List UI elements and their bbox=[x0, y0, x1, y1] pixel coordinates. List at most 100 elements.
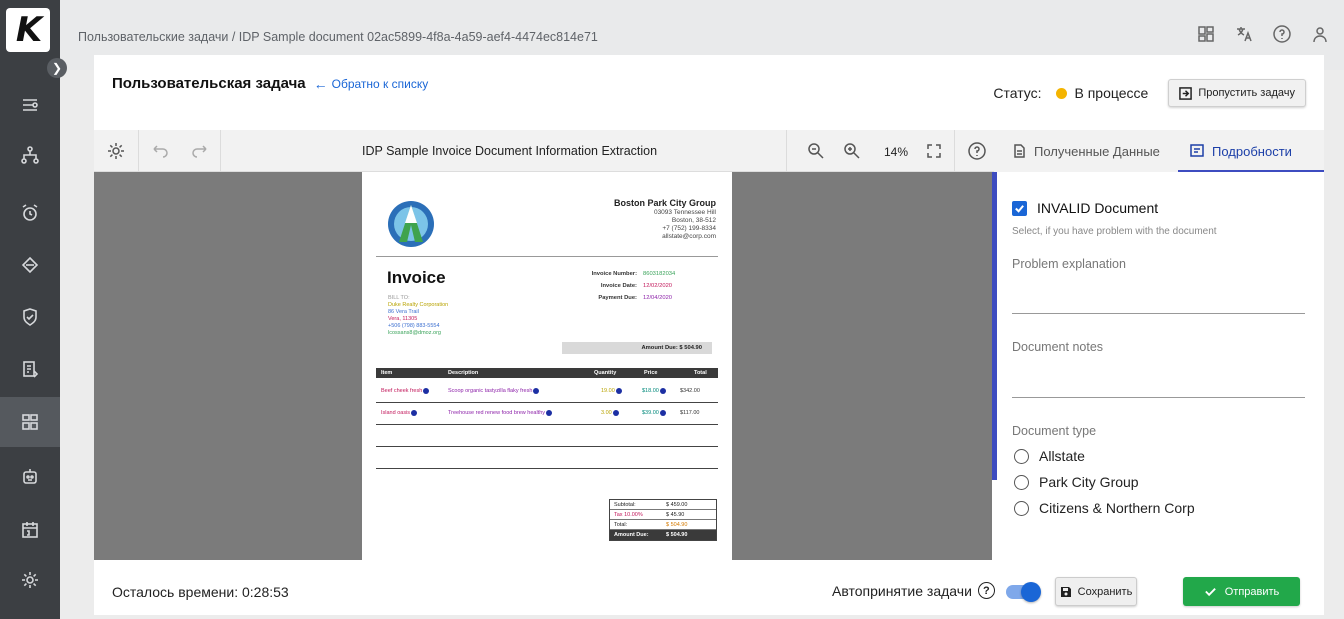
marker-badge bbox=[659, 388, 666, 394]
fit-to-screen-button[interactable] bbox=[924, 141, 944, 161]
bottom-bar: Осталось времени: 0:28:53 Автопринятие з… bbox=[94, 560, 1324, 615]
marker-badge bbox=[423, 388, 430, 394]
layout-icon[interactable] bbox=[1196, 24, 1216, 44]
tab-details[interactable]: Подробности bbox=[1190, 130, 1292, 172]
items-table-header: Item Description Quantity Price Total bbox=[376, 368, 718, 378]
toolbar-divider bbox=[786, 130, 787, 172]
viewer-scrollbar[interactable] bbox=[992, 172, 997, 480]
bill-to-line: Vera, 11305 bbox=[388, 316, 418, 322]
user-icon[interactable] bbox=[1310, 24, 1330, 44]
zoom-in-button[interactable] bbox=[842, 141, 862, 161]
invoice-number-label: Invoice Number: bbox=[591, 271, 637, 277]
company-address-line: 03093 Tennessee Hill bbox=[653, 209, 716, 216]
table-row: Beef cheek fresh Scoop organic tastyzill… bbox=[376, 388, 718, 398]
help-icon bbox=[968, 142, 986, 160]
document-icon bbox=[1014, 144, 1025, 158]
company-address-line: Boston, 38-512 bbox=[671, 217, 716, 224]
viewer-help-button[interactable] bbox=[967, 141, 987, 161]
sidebar-expand-button[interactable]: ❯ bbox=[47, 58, 67, 78]
row-divider bbox=[376, 446, 718, 447]
tab-extracted-data[interactable]: Полученные Данные bbox=[1012, 130, 1160, 172]
redo-icon bbox=[192, 145, 207, 158]
item-total: $117.00 bbox=[680, 410, 700, 416]
invoice-meta: Invoice Number: 8603182034 Invoice Date: 1… bbox=[562, 268, 676, 304]
invalid-document-label: INVALID Document bbox=[1037, 200, 1159, 216]
skip-task-label: Пропустить задачу bbox=[1198, 87, 1295, 99]
document-viewer[interactable]: Boston Park City Group 03093 Tennessee H… bbox=[94, 172, 992, 560]
top-icons bbox=[1196, 24, 1330, 44]
subtotal-label: Subtotal: bbox=[614, 502, 636, 508]
app-logo[interactable]: K bbox=[6, 8, 50, 52]
check-icon bbox=[1015, 204, 1024, 213]
radio-button[interactable] bbox=[1014, 448, 1029, 464]
radio-button[interactable] bbox=[1014, 474, 1029, 490]
nav-database[interactable] bbox=[0, 240, 60, 290]
auto-accept: Автопринятие задачи ? bbox=[832, 582, 995, 599]
back-link-label: Обратно к списку bbox=[331, 76, 429, 91]
item-quantity: 19.00 bbox=[601, 388, 615, 394]
title-row: Пользовательская задача ← Обратно к спис… bbox=[112, 75, 428, 92]
invoice-heading: Invoice bbox=[387, 268, 446, 287]
nav-flows[interactable] bbox=[0, 80, 60, 130]
invalid-document-hint: Select, if you have problem with the doc… bbox=[1012, 226, 1217, 237]
status-row: Статус: В процессе Пропустить задачу bbox=[993, 79, 1306, 107]
nav-documents[interactable] bbox=[0, 344, 60, 394]
back-to-list-link[interactable]: ← Обратно к списку bbox=[314, 76, 429, 92]
save-button[interactable]: Сохранить bbox=[1055, 577, 1137, 606]
table-row: Island oasis Treehouse red renew food br… bbox=[376, 410, 718, 420]
undo-button[interactable] bbox=[150, 141, 170, 161]
radio-option-park-city-group[interactable]: Park City Group bbox=[1014, 474, 1139, 490]
divider bbox=[376, 256, 718, 257]
invalid-document-checkbox[interactable]: INVALID Document bbox=[1012, 200, 1158, 216]
amount-due-value: $ 504.90 bbox=[666, 532, 688, 538]
marker-badge bbox=[612, 410, 619, 416]
document-list-icon bbox=[23, 361, 39, 378]
viewer-settings-button[interactable] bbox=[106, 141, 126, 161]
breadcrumb[interactable]: Пользовательские задачи / IDP Sample doc… bbox=[78, 30, 598, 44]
nav-robots[interactable] bbox=[0, 452, 60, 502]
help-icon[interactable]: ? bbox=[977, 582, 995, 599]
company-address-line: allstate@corp.com bbox=[662, 233, 716, 240]
radio-option-allstate[interactable]: Allstate bbox=[1014, 448, 1085, 464]
translate-icon[interactable] bbox=[1234, 24, 1254, 44]
column-header: Total bbox=[694, 370, 707, 376]
bill-to-line: +506 (798) 883-5554 bbox=[388, 323, 440, 329]
toolbar-divider bbox=[220, 130, 221, 172]
document-notes-field[interactable] bbox=[1012, 397, 1305, 398]
nav-calendar[interactable] bbox=[0, 505, 60, 555]
skip-task-button[interactable]: Пропустить задачу bbox=[1168, 79, 1306, 107]
radio-button[interactable] bbox=[1014, 500, 1029, 516]
alarm-icon bbox=[22, 204, 38, 221]
nav-dashboard[interactable] bbox=[0, 397, 60, 447]
tax-value: $ 45.90 bbox=[666, 512, 685, 518]
nav-settings[interactable] bbox=[0, 555, 60, 605]
company-name: Boston Park City Group bbox=[613, 198, 716, 208]
skip-icon bbox=[1179, 86, 1193, 100]
submit-button[interactable]: Отправить bbox=[1183, 577, 1300, 606]
checkbox-checked[interactable] bbox=[1012, 200, 1027, 216]
hierarchy-icon bbox=[21, 146, 39, 164]
submit-label: Отправить bbox=[1224, 585, 1280, 598]
radio-option-citizens-northern[interactable]: Citizens & Northern Corp bbox=[1014, 500, 1195, 516]
bill-to-line: 86 Vera Trail bbox=[388, 309, 419, 315]
nav-security[interactable] bbox=[0, 292, 60, 342]
help-icon[interactable] bbox=[1272, 24, 1292, 44]
problem-explanation-field[interactable] bbox=[1012, 313, 1305, 314]
auto-accept-toggle[interactable] bbox=[1006, 582, 1041, 602]
document-notes-label: Document notes bbox=[1012, 340, 1104, 354]
toolbar-divider bbox=[954, 130, 955, 172]
save-label: Сохранить bbox=[1077, 585, 1133, 598]
invoice-date: 12/02/2020 bbox=[643, 283, 673, 289]
problem-explanation-label: Problem explanation bbox=[1012, 257, 1126, 271]
auto-accept-label: Автопринятие задачи bbox=[832, 582, 972, 599]
bill-to-block: BILL TO: Duke Realty Corporation 86 Vera… bbox=[388, 295, 448, 337]
nav-alarms[interactable] bbox=[0, 188, 60, 238]
company-address-line: +7 (752) 199-8334 bbox=[662, 225, 716, 232]
side-tabs: Полученные Данные Подробности bbox=[994, 130, 1324, 172]
flow-icon bbox=[23, 99, 38, 111]
dashboard-icon bbox=[22, 414, 38, 430]
zoom-out-button[interactable] bbox=[806, 141, 826, 161]
nav-hierarchy[interactable] bbox=[0, 130, 60, 180]
row-divider bbox=[376, 424, 718, 425]
redo-button[interactable] bbox=[190, 141, 210, 161]
